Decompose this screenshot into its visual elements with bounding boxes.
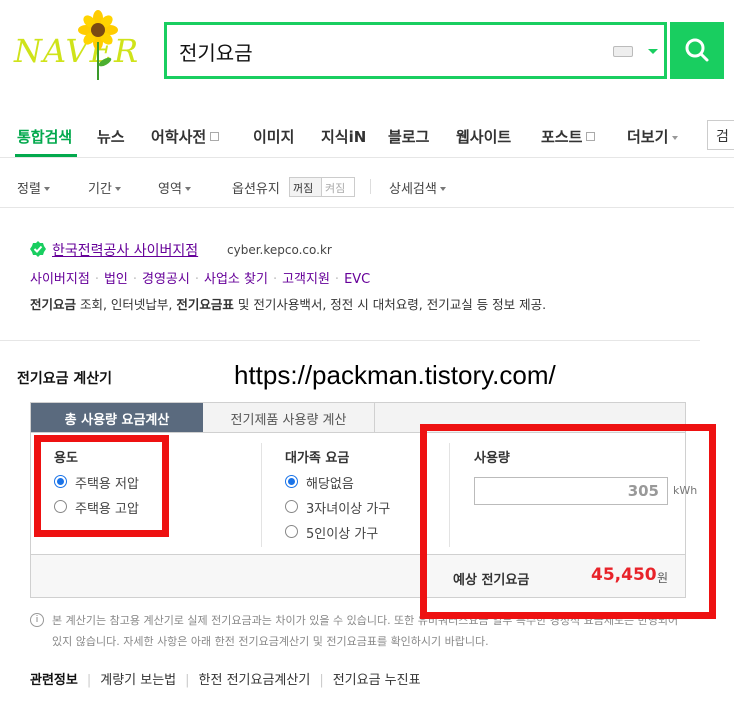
separator-dot: · [334, 272, 340, 287]
search-options-bar: 정렬 기간 영역 옵션유지 상세검색 [0, 170, 734, 208]
chevron-down-icon [439, 187, 446, 191]
sitelink-find-office[interactable]: 사업소 찾기 [204, 272, 268, 287]
related-link-progressive-table[interactable]: 전기요금 누진표 [333, 673, 421, 688]
verified-check-icon [30, 241, 46, 257]
tab-dictionary[interactable]: 어학사전 [151, 126, 220, 147]
divider [370, 179, 371, 194]
radio-not-applicable[interactable] [285, 475, 298, 488]
radio-three-children-label[interactable]: 3자녀이상 가구 [306, 498, 390, 517]
radio-not-applicable-label[interactable]: 해당없음 [306, 473, 354, 492]
desc-text: 조회, 인터넷납부, [76, 297, 177, 312]
external-window-icon [586, 132, 596, 141]
separator-dot: · [132, 272, 138, 287]
result-description: 전기요금 조회, 인터넷납부, 전기요금표 및 전기사용백서, 정전 시 대처요… [30, 294, 546, 313]
search-input[interactable]: 전기요금 [179, 37, 253, 66]
keyboard-icon[interactable] [613, 46, 633, 57]
tab-knowledge-in[interactable]: 지식iN [321, 126, 366, 147]
tab-integrated-search[interactable]: 통합검색 [17, 126, 72, 147]
autocomplete-toggle-icon[interactable] [648, 49, 658, 54]
search-button[interactable] [670, 22, 724, 79]
tab-blog[interactable]: 블로그 [388, 126, 429, 147]
separator: | [185, 673, 190, 688]
sort-dropdown[interactable]: 정렬 [17, 178, 50, 197]
tab-more[interactable]: 더보기 [627, 126, 679, 147]
active-tab-indicator [15, 154, 77, 157]
desc-highlight: 전기요금 [30, 297, 77, 312]
radio-five-members[interactable] [285, 525, 298, 538]
chevron-down-icon [184, 187, 191, 191]
radio-five-members-label[interactable]: 5인이상 가구 [306, 523, 378, 542]
section-divider [0, 340, 700, 341]
site-url: cyber.kepco.co.kr [227, 243, 332, 257]
search-icon [685, 38, 709, 62]
sitelink-corporate[interactable]: 법인 [104, 272, 128, 287]
separator-dot: · [272, 272, 278, 287]
period-dropdown[interactable]: 기간 [88, 178, 121, 197]
sunflower-icon [78, 10, 118, 80]
separator-dot: · [194, 272, 199, 287]
watermark-text: https://packman.tistory.com/ [234, 360, 556, 390]
chevron-down-icon [114, 187, 121, 191]
search-box[interactable]: 전기요금 [164, 22, 667, 79]
tab-dictionary-label: 어학사전 [151, 128, 207, 146]
desc-highlight: 전기요금표 [176, 297, 234, 312]
tab-news[interactable]: 뉴스 [97, 126, 125, 147]
site-title-link[interactable]: 한국전력공사 사이버지점 [52, 240, 198, 260]
tab-appliance-usage[interactable]: 전기제품 사용량 계산 [203, 403, 375, 432]
keep-option-off-toggle[interactable]: 꺼짐 [289, 177, 322, 197]
area-label: 영역 [158, 182, 182, 197]
related-info-title: 관련정보 [30, 673, 78, 688]
info-icon: i [30, 613, 44, 627]
sitelinks: 사이버지점 · 법인 · 경영공시 · 사업소 찾기 · 고객지원 · EVC [30, 268, 370, 287]
tab-more-label: 더보기 [627, 128, 669, 146]
naver-logo[interactable]: NAVER [14, 10, 154, 82]
tab-websites[interactable]: 웹사이트 [456, 126, 511, 147]
tab-total-usage[interactable]: 총 사용량 요금계산 [31, 403, 203, 432]
tab-search-input[interactable]: 검 [707, 120, 734, 150]
keep-option-label: 옵션유지 [232, 182, 280, 197]
separator-dot: · [94, 272, 99, 287]
tab-post[interactable]: 포스트 [541, 126, 596, 147]
radio-three-children[interactable] [285, 500, 298, 513]
family-rate-label: 대가족 요금 [285, 451, 350, 466]
detail-search-dropdown[interactable]: 상세검색 [389, 178, 446, 197]
desc-text: 및 전기사용백서, 정전 시 대처요령, 전기교실 등 정보 제공. [233, 297, 547, 312]
area-dropdown[interactable]: 영역 [158, 178, 191, 197]
detail-search-label: 상세검색 [389, 182, 437, 197]
sitelink-support[interactable]: 고객지원 [282, 272, 330, 287]
chevron-down-icon [672, 136, 679, 140]
calculator-title: 전기요금 계산기 [17, 371, 113, 387]
sitelink-cyber-branch[interactable]: 사이버지점 [30, 272, 90, 287]
separator: | [319, 673, 324, 688]
column-divider [261, 443, 262, 547]
sitelink-disclosure[interactable]: 경영공시 [142, 272, 190, 287]
related-link-meter-guide[interactable]: 계량기 보는법 [100, 673, 176, 688]
keep-option-on-toggle[interactable]: 켜짐 [322, 177, 355, 197]
external-window-icon [210, 132, 220, 141]
search-tabs: 통합검색 뉴스 어학사전 이미지 지식iN 블로그 웹사이트 포스트 더보기 [0, 112, 734, 158]
related-link-kepco-calculator[interactable]: 한전 전기요금계산기 [199, 673, 311, 688]
tab-post-label: 포스트 [541, 128, 583, 146]
chevron-down-icon [43, 187, 50, 191]
highlight-box-consumption-estimate [420, 424, 716, 619]
tab-images[interactable]: 이미지 [253, 126, 294, 147]
sitelink-evc[interactable]: EVC [344, 272, 370, 287]
related-info: 관련정보 | 계량기 보는법 | 한전 전기요금계산기 | 전기요금 누진표 [30, 669, 421, 688]
separator: | [86, 673, 92, 688]
logo-text: NAVER [14, 32, 140, 70]
sort-label: 정렬 [17, 182, 41, 197]
highlight-box-usage-type [34, 435, 169, 537]
period-label: 기간 [88, 182, 112, 197]
